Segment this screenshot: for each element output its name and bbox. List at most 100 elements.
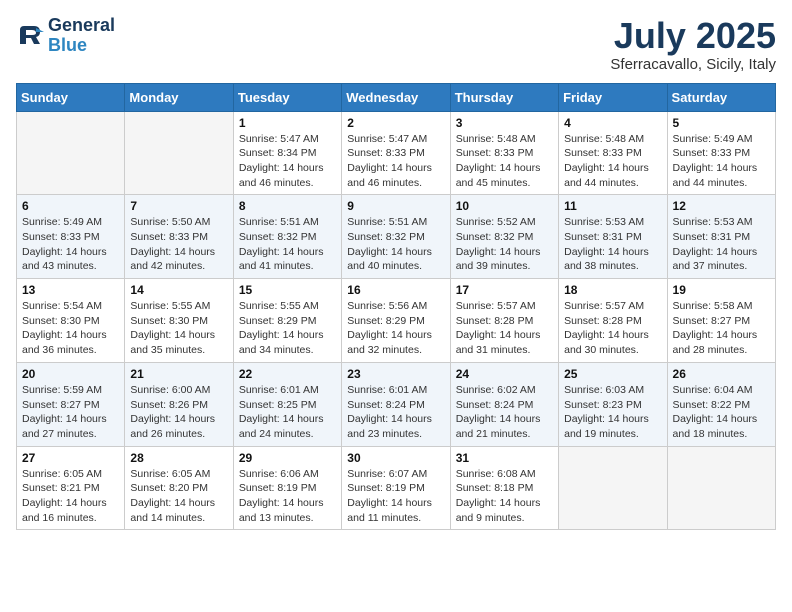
calendar-cell: 20 Sunrise: 5:59 AMSunset: 8:27 PMDayligh… bbox=[17, 362, 125, 446]
day-number: 9 bbox=[347, 199, 444, 213]
day-info: Sunrise: 5:53 AMSunset: 8:31 PMDaylight:… bbox=[673, 215, 770, 274]
calendar-week-row: 13Sunrise: 5:54 AMSunset: 8:30 PMDayligh… bbox=[17, 279, 776, 363]
weekday-header-friday: Friday bbox=[559, 83, 667, 111]
logo-line1: General bbox=[48, 16, 115, 36]
day-info: Sunrise: 5:51 AMSunset: 8:32 PMDaylight:… bbox=[347, 215, 444, 274]
calendar-cell: 15Sunrise: 5:55 AMSunset: 8:29 PMDayligh… bbox=[233, 279, 341, 363]
day-number: 28 bbox=[130, 451, 227, 465]
calendar-cell: 8Sunrise: 5:51 AMSunset: 8:32 PMDaylight… bbox=[233, 195, 341, 279]
day-info: Sunrise: 5:56 AMSunset: 8:29 PMDaylight:… bbox=[347, 299, 444, 358]
calendar-week-row: 6Sunrise: 5:49 AMSunset: 8:33 PMDaylight… bbox=[17, 195, 776, 279]
calendar-cell: 31Sunrise: 6:08 AMSunset: 8:18 PMDayligh… bbox=[450, 446, 558, 530]
calendar-week-row: 20 Sunrise: 5:59 AMSunset: 8:27 PMDayligh… bbox=[17, 362, 776, 446]
calendar-cell bbox=[125, 111, 233, 195]
calendar-cell: 22 Sunrise: 6:01 AMSunset: 8:25 PMDayligh… bbox=[233, 362, 341, 446]
day-info: Sunrise: 6:07 AMSunset: 8:19 PMDaylight:… bbox=[347, 467, 444, 526]
calendar-table: SundayMondayTuesdayWednesdayThursdayFrid… bbox=[16, 83, 776, 531]
calendar-cell: 29 Sunrise: 6:06 AMSunset: 8:19 PMDayligh… bbox=[233, 446, 341, 530]
day-info: Sunrise: 6:05 AMSunset: 8:21 PMDaylight:… bbox=[22, 467, 119, 526]
day-info: Sunrise: 5:59 AMSunset: 8:27 PMDaylight:… bbox=[22, 383, 119, 442]
day-number: 30 bbox=[347, 451, 444, 465]
day-info: Sunrise: 5:57 AMSunset: 8:28 PMDaylight:… bbox=[456, 299, 553, 358]
day-number: 22 bbox=[239, 367, 336, 381]
calendar-cell: 10 Sunrise: 5:52 AMSunset: 8:32 PMDayligh… bbox=[450, 195, 558, 279]
calendar-cell: 24 Sunrise: 6:02 AMSunset: 8:24 PMDayligh… bbox=[450, 362, 558, 446]
calendar-cell: 18 Sunrise: 5:57 AMSunset: 8:28 PMDayligh… bbox=[559, 279, 667, 363]
day-number: 6 bbox=[22, 199, 119, 213]
day-number: 26 bbox=[673, 367, 770, 381]
calendar-cell: 27 Sunrise: 6:05 AMSunset: 8:21 PMDayligh… bbox=[17, 446, 125, 530]
logo-line2: Blue bbox=[48, 36, 115, 56]
day-number: 3 bbox=[456, 116, 553, 130]
logo: General Blue bbox=[16, 16, 115, 56]
day-number: 14 bbox=[130, 283, 227, 297]
day-number: 13 bbox=[22, 283, 119, 297]
calendar-cell: 1 Sunrise: 5:47 AMSunset: 8:34 PMDaylight… bbox=[233, 111, 341, 195]
calendar-cell: 25Sunrise: 6:03 AMSunset: 8:23 PMDayligh… bbox=[559, 362, 667, 446]
day-number: 4 bbox=[564, 116, 661, 130]
day-number: 29 bbox=[239, 451, 336, 465]
day-number: 11 bbox=[564, 199, 661, 213]
day-number: 27 bbox=[22, 451, 119, 465]
calendar-cell: 2 Sunrise: 5:47 AMSunset: 8:33 PMDaylight… bbox=[342, 111, 450, 195]
day-number: 17 bbox=[456, 283, 553, 297]
calendar-cell: 5 Sunrise: 5:49 AMSunset: 8:33 PMDaylight… bbox=[667, 111, 775, 195]
day-info: Sunrise: 6:01 AMSunset: 8:25 PMDaylight:… bbox=[239, 383, 336, 442]
day-number: 12 bbox=[673, 199, 770, 213]
day-info: Sunrise: 6:03 AMSunset: 8:23 PMDaylight:… bbox=[564, 383, 661, 442]
day-info: Sunrise: 5:50 AMSunset: 8:33 PMDaylight:… bbox=[130, 215, 227, 274]
logo-icon bbox=[16, 22, 44, 50]
day-info: Sunrise: 5:53 AMSunset: 8:31 PMDaylight:… bbox=[564, 215, 661, 274]
calendar-week-row: 1 Sunrise: 5:47 AMSunset: 8:34 PMDaylight… bbox=[17, 111, 776, 195]
location: Sferracavallo, Sicily, Italy bbox=[610, 56, 776, 73]
calendar-cell: 4 Sunrise: 5:48 AMSunset: 8:33 PMDaylight… bbox=[559, 111, 667, 195]
month-title: July 2025 bbox=[610, 16, 776, 56]
calendar-cell: 14 Sunrise: 5:55 AMSunset: 8:30 PMDayligh… bbox=[125, 279, 233, 363]
calendar-cell: 28 Sunrise: 6:05 AMSunset: 8:20 PMDayligh… bbox=[125, 446, 233, 530]
day-info: Sunrise: 6:06 AMSunset: 8:19 PMDaylight:… bbox=[239, 467, 336, 526]
day-info: Sunrise: 5:55 AMSunset: 8:30 PMDaylight:… bbox=[130, 299, 227, 358]
day-info: Sunrise: 5:47 AMSunset: 8:33 PMDaylight:… bbox=[347, 132, 444, 191]
day-info: Sunrise: 6:00 AMSunset: 8:26 PMDaylight:… bbox=[130, 383, 227, 442]
day-info: Sunrise: 6:05 AMSunset: 8:20 PMDaylight:… bbox=[130, 467, 227, 526]
day-number: 8 bbox=[239, 199, 336, 213]
calendar-cell: 12 Sunrise: 5:53 AMSunset: 8:31 PMDayligh… bbox=[667, 195, 775, 279]
day-info: Sunrise: 5:58 AMSunset: 8:27 PMDaylight:… bbox=[673, 299, 770, 358]
calendar-cell: 6Sunrise: 5:49 AMSunset: 8:33 PMDaylight… bbox=[17, 195, 125, 279]
day-info: Sunrise: 5:49 AMSunset: 8:33 PMDaylight:… bbox=[673, 132, 770, 191]
calendar-cell: 9 Sunrise: 5:51 AMSunset: 8:32 PMDaylight… bbox=[342, 195, 450, 279]
calendar-cell: 11 Sunrise: 5:53 AMSunset: 8:31 PMDayligh… bbox=[559, 195, 667, 279]
weekday-header-tuesday: Tuesday bbox=[233, 83, 341, 111]
calendar-cell: 19 Sunrise: 5:58 AMSunset: 8:27 PMDayligh… bbox=[667, 279, 775, 363]
day-number: 10 bbox=[456, 199, 553, 213]
day-number: 24 bbox=[456, 367, 553, 381]
day-number: 1 bbox=[239, 116, 336, 130]
day-number: 31 bbox=[456, 451, 553, 465]
calendar-cell: 16Sunrise: 5:56 AMSunset: 8:29 PMDayligh… bbox=[342, 279, 450, 363]
title-block: July 2025 Sferracavallo, Sicily, Italy bbox=[610, 16, 776, 73]
calendar-cell: 21Sunrise: 6:00 AMSunset: 8:26 PMDayligh… bbox=[125, 362, 233, 446]
day-info: Sunrise: 5:47 AMSunset: 8:34 PMDaylight:… bbox=[239, 132, 336, 191]
calendar-cell: 17 Sunrise: 5:57 AMSunset: 8:28 PMDayligh… bbox=[450, 279, 558, 363]
day-info: Sunrise: 5:57 AMSunset: 8:28 PMDaylight:… bbox=[564, 299, 661, 358]
calendar-cell bbox=[17, 111, 125, 195]
day-number: 20 bbox=[22, 367, 119, 381]
day-info: Sunrise: 5:52 AMSunset: 8:32 PMDaylight:… bbox=[456, 215, 553, 274]
weekday-header-wednesday: Wednesday bbox=[342, 83, 450, 111]
day-info: Sunrise: 6:04 AMSunset: 8:22 PMDaylight:… bbox=[673, 383, 770, 442]
calendar-week-row: 27 Sunrise: 6:05 AMSunset: 8:21 PMDayligh… bbox=[17, 446, 776, 530]
day-number: 18 bbox=[564, 283, 661, 297]
day-number: 19 bbox=[673, 283, 770, 297]
day-number: 5 bbox=[673, 116, 770, 130]
day-info: Sunrise: 5:55 AMSunset: 8:29 PMDaylight:… bbox=[239, 299, 336, 358]
calendar-cell bbox=[559, 446, 667, 530]
day-number: 2 bbox=[347, 116, 444, 130]
day-info: Sunrise: 5:48 AMSunset: 8:33 PMDaylight:… bbox=[564, 132, 661, 191]
day-info: Sunrise: 6:02 AMSunset: 8:24 PMDaylight:… bbox=[456, 383, 553, 442]
weekday-header-sunday: Sunday bbox=[17, 83, 125, 111]
weekday-header-row: SundayMondayTuesdayWednesdayThursdayFrid… bbox=[17, 83, 776, 111]
weekday-header-monday: Monday bbox=[125, 83, 233, 111]
day-info: Sunrise: 5:48 AMSunset: 8:33 PMDaylight:… bbox=[456, 132, 553, 191]
day-number: 7 bbox=[130, 199, 227, 213]
calendar-cell: 3 Sunrise: 5:48 AMSunset: 8:33 PMDaylight… bbox=[450, 111, 558, 195]
